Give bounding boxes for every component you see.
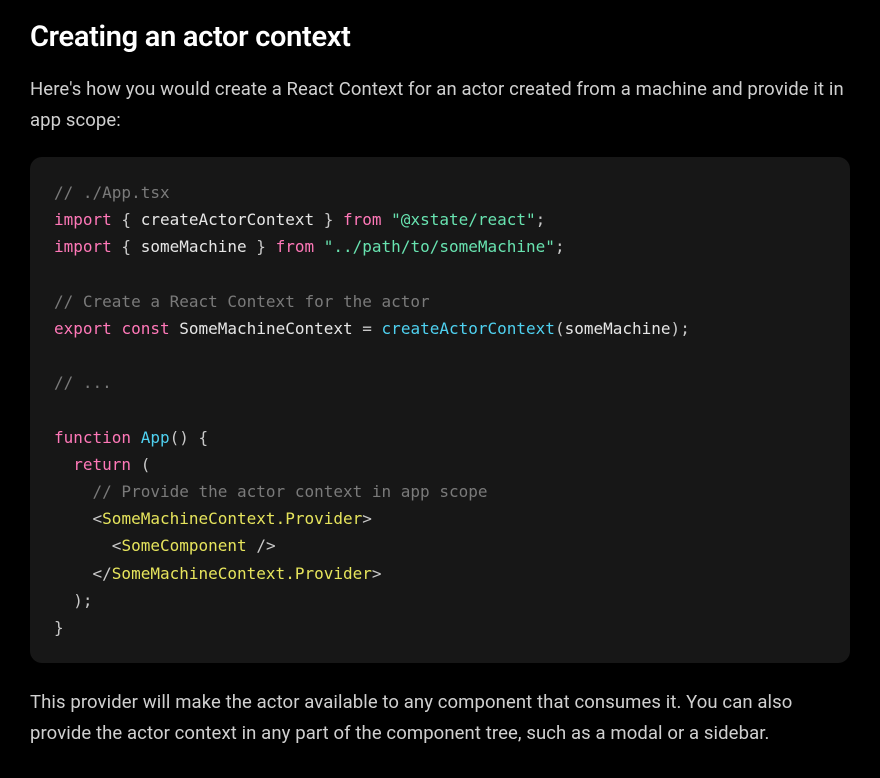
code-comment: // Provide the actor context in app scop… <box>93 482 488 501</box>
code-tag-punct: < <box>93 509 103 528</box>
code-punct: = <box>353 319 382 338</box>
intro-paragraph: Here's how you would create a React Cont… <box>30 74 850 135</box>
code-paren: ( <box>170 428 180 447</box>
code-keyword: function <box>54 428 131 447</box>
code-comment: // Create a React Context for the actor <box>54 292 430 311</box>
code-keyword: from <box>276 237 315 256</box>
code-punct: ; <box>536 210 546 229</box>
code-block: // ./App.tsx import { createActorContext… <box>30 157 850 663</box>
code-keyword: import <box>54 210 112 229</box>
code-paren: ) <box>73 591 83 610</box>
code-space <box>131 455 141 474</box>
code-space <box>131 428 141 447</box>
code-indent <box>54 591 73 610</box>
code-indent <box>54 564 93 583</box>
code-punct: { <box>112 237 141 256</box>
code-string: "../path/to/someMachine" <box>324 237 555 256</box>
code-space <box>170 319 180 338</box>
code-tag-punct: < <box>112 536 122 555</box>
code-keyword: return <box>73 455 131 474</box>
code-string: "@xstate/react" <box>391 210 536 229</box>
code-punct: } <box>314 210 343 229</box>
code-paren: ( <box>141 455 151 474</box>
code-tag-punct: > <box>362 509 372 528</box>
code-tag-punct: </ <box>93 564 112 583</box>
code-func: App <box>141 428 170 447</box>
code-comment: // ./App.tsx <box>54 183 170 202</box>
code-space <box>112 319 122 338</box>
code-indent <box>54 455 73 474</box>
code-space <box>382 210 392 229</box>
code-keyword: import <box>54 237 112 256</box>
code-func: createActorContext <box>382 319 555 338</box>
code-tag-name: SomeMachineContext.Provider <box>112 564 372 583</box>
code-indent <box>54 509 93 528</box>
code-punct: ; <box>555 237 565 256</box>
code-punct: ; <box>680 319 690 338</box>
code-tag-name: SomeComponent <box>121 536 246 555</box>
code-ident: someMachine <box>141 237 247 256</box>
code-punct: } <box>54 618 64 637</box>
code-comment: // ... <box>54 373 112 392</box>
code-ident: createActorContext <box>141 210 314 229</box>
code-tag-punct: > <box>372 564 382 583</box>
code-paren: ) <box>671 319 681 338</box>
code-indent <box>54 482 93 501</box>
code-keyword: export <box>54 319 112 338</box>
code-punct: { <box>199 428 209 447</box>
code-punct: ; <box>83 591 93 610</box>
code-ident: someMachine <box>565 319 671 338</box>
code-keyword: from <box>343 210 382 229</box>
code-keyword: const <box>121 319 169 338</box>
code-space <box>314 237 324 256</box>
code-ident: SomeMachineContext <box>179 319 352 338</box>
code-tag-punct: /> <box>256 536 275 555</box>
code-paren: ( <box>555 319 565 338</box>
outro-paragraph: This provider will make the actor availa… <box>30 687 850 748</box>
code-paren: ) <box>179 428 189 447</box>
section-heading: Creating an actor context <box>30 20 850 54</box>
code-space <box>247 536 257 555</box>
code-punct: } <box>247 237 276 256</box>
code-punct: { <box>112 210 141 229</box>
code-indent <box>54 536 112 555</box>
code-space <box>189 428 199 447</box>
code-tag-name: SomeMachineContext.Provider <box>102 509 362 528</box>
